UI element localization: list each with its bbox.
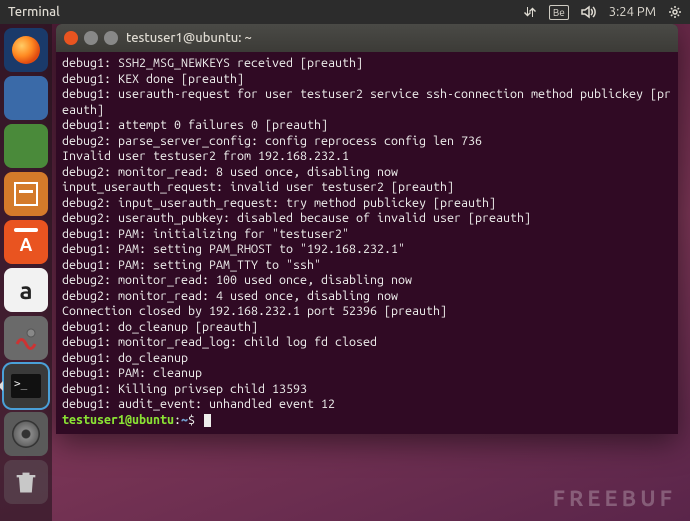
window-title: testuser1@ubuntu: ~	[126, 31, 252, 45]
terminal-line: debug2: parse_server_config: config repr…	[62, 134, 672, 150]
terminal-line: debug2: input_userauth_request: try meth…	[62, 196, 672, 212]
terminal-line: input_userauth_request: invalid user tes…	[62, 180, 672, 196]
window-titlebar[interactable]: testuser1@ubuntu: ~	[56, 24, 678, 52]
top-menu-bar: Terminal Be 3:24 PM	[0, 0, 690, 24]
clock[interactable]: 3:24 PM	[609, 5, 656, 19]
terminal-line: debug2: monitor_read: 8 used once, disab…	[62, 165, 672, 181]
maximize-button[interactable]	[104, 31, 118, 45]
terminal-line: debug2: monitor_read: 100 used once, dis…	[62, 273, 672, 289]
launcher-impress[interactable]	[4, 172, 48, 216]
launcher-terminal[interactable]: >_	[4, 364, 48, 408]
terminal-line: Invalid user testuser2 from 192.168.232.…	[62, 149, 672, 165]
terminal-line: debug2: userauth_pubkey: disabled becaus…	[62, 211, 672, 227]
window-controls	[64, 31, 118, 45]
terminal-line: debug1: PAM: setting PAM_TTY to "ssh"	[62, 258, 672, 274]
terminal-line: debug1: do_cleanup	[62, 351, 672, 367]
terminal-line: Connection closed by 192.168.232.1 port …	[62, 304, 672, 320]
launcher-calc[interactable]	[4, 124, 48, 168]
active-app-title: Terminal	[8, 5, 60, 19]
close-button[interactable]	[64, 31, 78, 45]
terminal-output[interactable]: debug1: SSH2_MSG_NEWKEYS received [preau…	[56, 52, 678, 432]
terminal-line: debug1: PAM: initializing for "testuser2…	[62, 227, 672, 243]
terminal-window: testuser1@ubuntu: ~ debug1: SSH2_MSG_NEW…	[56, 24, 678, 434]
launcher-disk[interactable]	[4, 412, 48, 456]
terminal-prompt[interactable]: testuser1@ubuntu:~$	[62, 413, 672, 429]
terminal-line: debug1: userauth-request for user testus…	[62, 87, 672, 118]
watermark: FREEBUF	[553, 486, 676, 511]
cursor	[204, 414, 211, 427]
sound-icon[interactable]	[581, 5, 597, 19]
minimize-button[interactable]	[84, 31, 98, 45]
terminal-line: debug1: Killing privsep child 13593	[62, 382, 672, 398]
launcher-trash[interactable]	[4, 460, 48, 504]
gear-icon[interactable]	[668, 5, 682, 19]
terminal-line: debug1: do_cleanup [preauth]	[62, 320, 672, 336]
terminal-line: debug1: KEX done [preauth]	[62, 72, 672, 88]
terminal-line: debug1: SSH2_MSG_NEWKEYS received [preau…	[62, 56, 672, 72]
terminal-line: debug1: PAM: cleanup	[62, 366, 672, 382]
system-indicators: Be 3:24 PM	[523, 5, 682, 20]
launcher-settings[interactable]	[4, 316, 48, 360]
launcher-firefox[interactable]	[4, 28, 48, 72]
terminal-line: debug1: monitor_read_log: child log fd c…	[62, 335, 672, 351]
keyboard-indicator[interactable]: Be	[549, 5, 569, 20]
launcher-amazon[interactable]: a	[4, 268, 48, 312]
launcher-writer[interactable]	[4, 76, 48, 120]
terminal-line: debug1: attempt 0 failures 0 [preauth]	[62, 118, 672, 134]
terminal-line: debug1: audit_event: unhandled event 12	[62, 397, 672, 413]
network-icon[interactable]	[523, 5, 537, 19]
launcher-software[interactable]: A	[4, 220, 48, 264]
terminal-line: debug1: PAM: setting PAM_RHOST to "192.1…	[62, 242, 672, 258]
terminal-line: debug2: monitor_read: 4 used once, disab…	[62, 289, 672, 305]
unity-launcher: A a >_	[0, 24, 52, 521]
